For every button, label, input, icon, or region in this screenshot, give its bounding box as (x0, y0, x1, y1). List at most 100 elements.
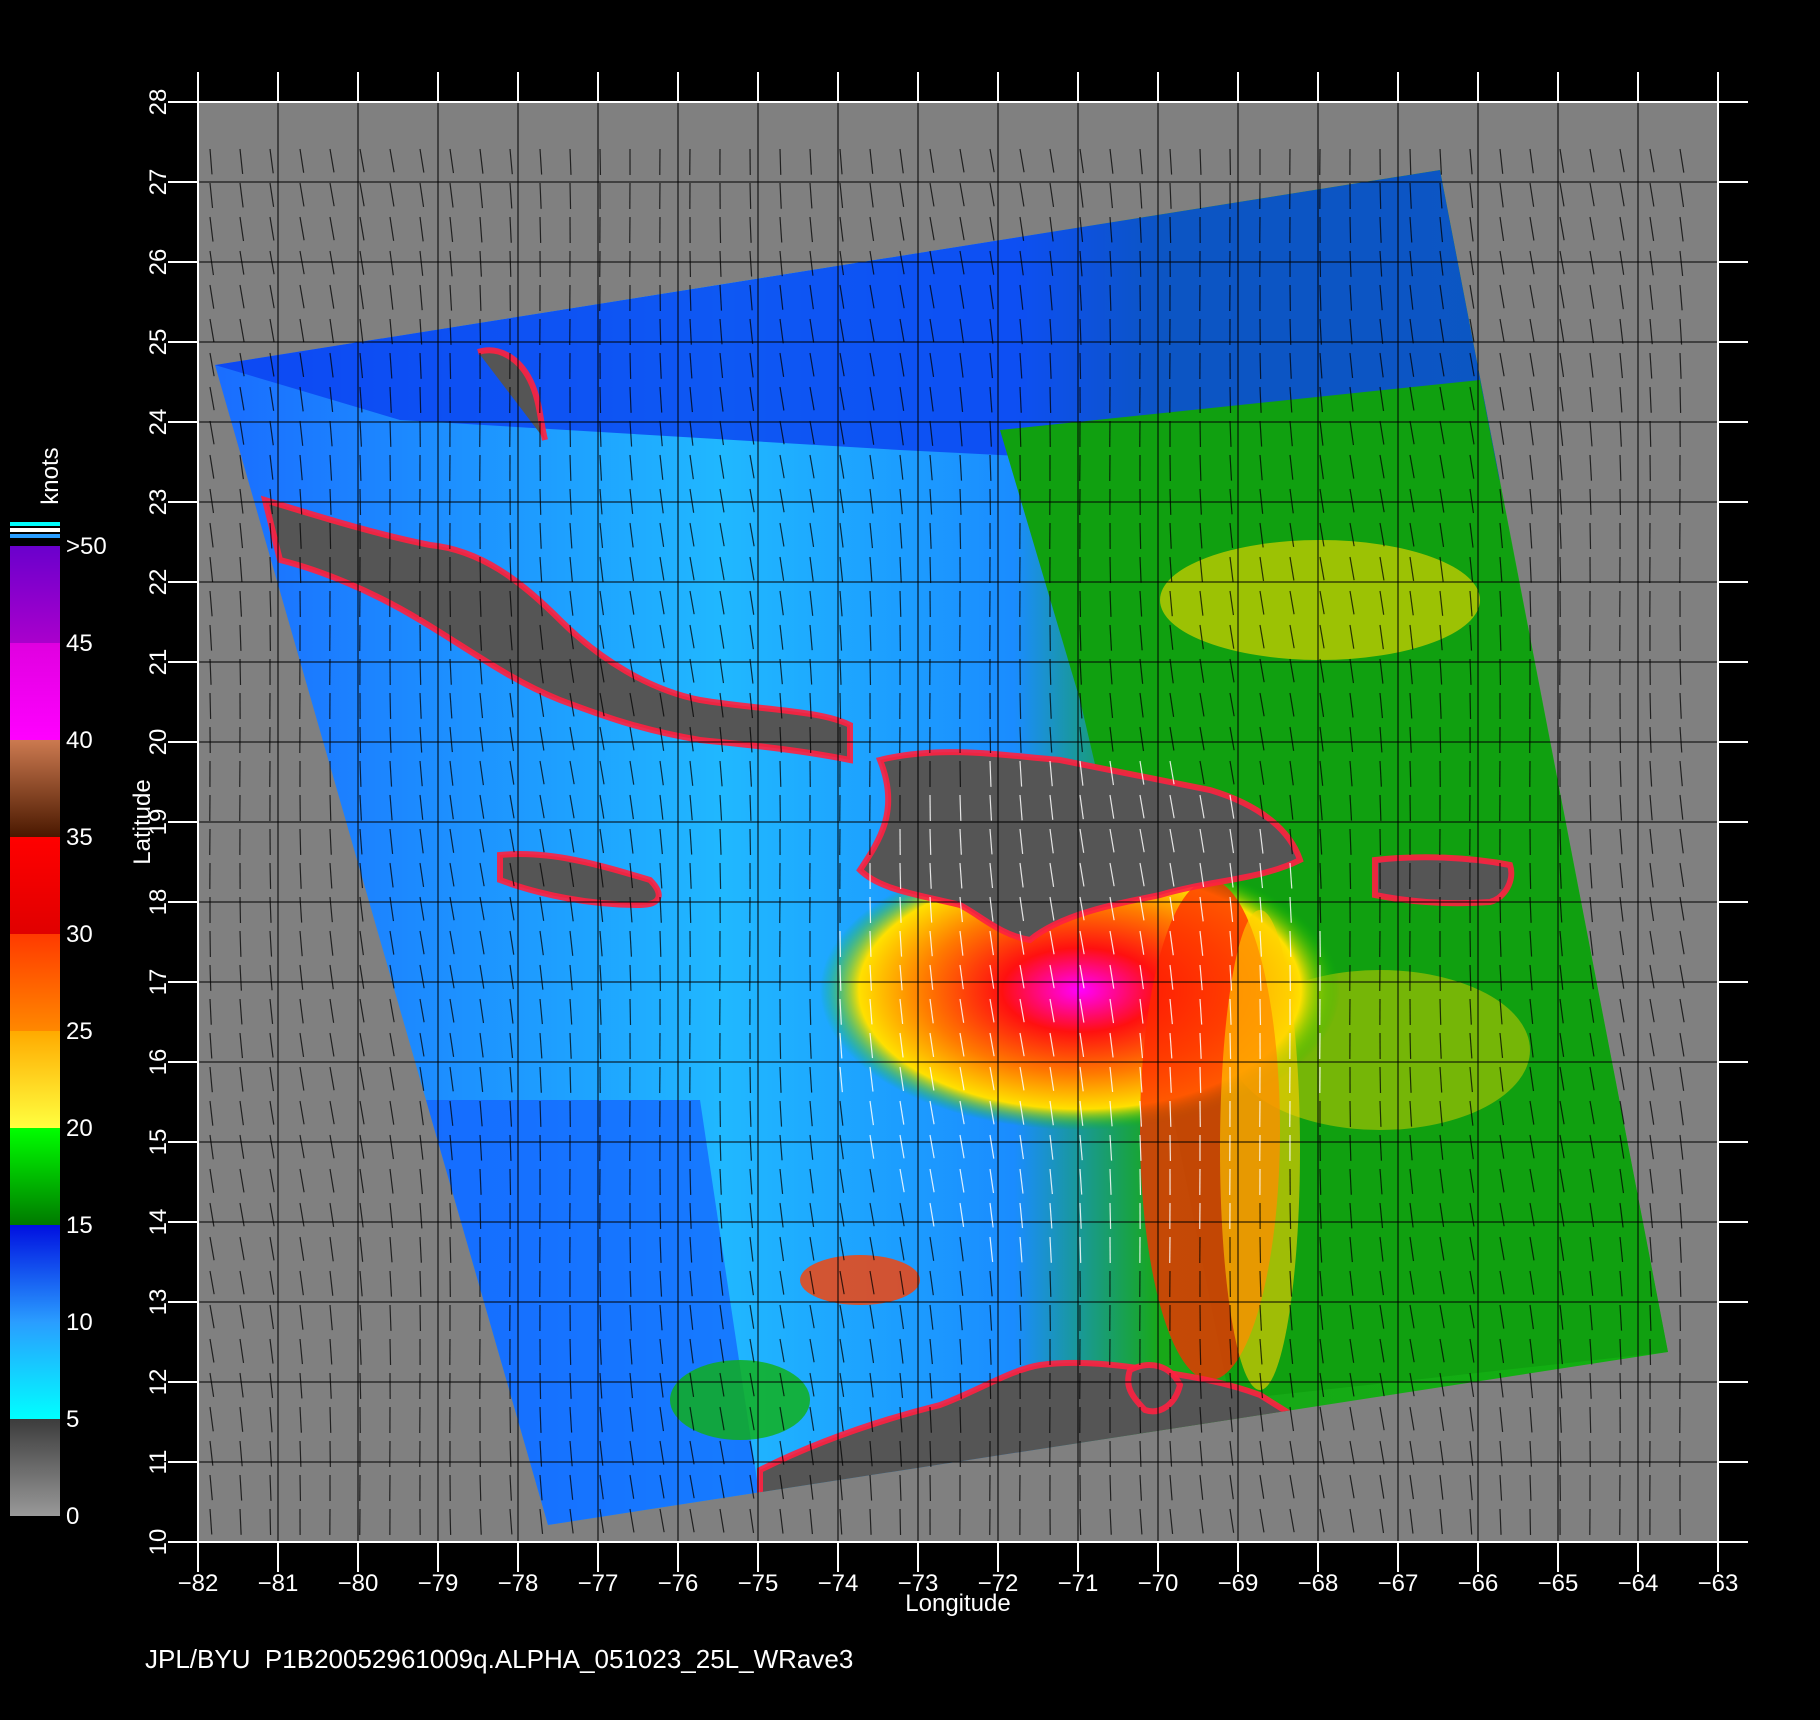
wind-vector (1229, 1304, 1232, 1331)
wind-vector (1649, 692, 1652, 719)
colorbar-label: 15 (66, 1212, 93, 1239)
wind-vector (539, 1372, 542, 1399)
wind-vector (1409, 1032, 1412, 1059)
colorbar-label: 30 (66, 921, 93, 948)
wind-vector (809, 726, 812, 753)
y-tick-label: 10 (145, 1529, 172, 1556)
wind-vector (1169, 216, 1172, 243)
wind-vector (929, 1440, 932, 1467)
wind-vector (929, 556, 932, 583)
wind-vector (659, 318, 662, 345)
colorbar-label: 45 (66, 630, 93, 657)
wind-vector (599, 1032, 602, 1059)
y-tick-label: 28 (145, 89, 172, 116)
wind-vector (1469, 964, 1472, 991)
x-tick-label: −63 (1698, 1570, 1739, 1597)
wind-vector (1169, 1100, 1172, 1127)
x-tick-label: −76 (658, 1570, 699, 1597)
colorbar-label: 0 (66, 1503, 79, 1530)
colorbar-label: 25 (66, 1018, 93, 1045)
wind-vector (1559, 828, 1562, 855)
land-paraguana (1125, 1362, 1184, 1415)
wind-vector (779, 760, 782, 787)
wind-vector (1079, 352, 1082, 379)
wind-vector (1619, 1372, 1622, 1399)
x-tick-label: −81 (258, 1570, 299, 1597)
wind-vector (1289, 1202, 1292, 1229)
x-tick-label: −74 (818, 1570, 859, 1597)
y-axis-title: Latitude (129, 779, 156, 864)
colorbar-marker (10, 528, 60, 532)
wind-vector (1049, 1270, 1052, 1297)
wind-vector (1019, 1338, 1022, 1365)
wind-vector (1379, 1066, 1382, 1093)
wind-vector (449, 624, 452, 651)
wind-vector (599, 1304, 602, 1331)
wind-vector (1439, 726, 1442, 753)
wind-vector (509, 1168, 512, 1195)
wind-vector (1679, 1270, 1682, 1297)
x-tick-label: −80 (338, 1570, 379, 1597)
wind-vector (449, 352, 452, 379)
y-tick-label: 13 (145, 1289, 172, 1316)
wind-vector (569, 1066, 572, 1093)
wind-vector (989, 726, 992, 753)
wind-vector (299, 556, 302, 583)
y-tick-label: 20 (145, 729, 172, 756)
wind-vector (1679, 386, 1682, 413)
wind-vector (569, 454, 572, 481)
wind-vector (1109, 1474, 1112, 1501)
colorbar-band (10, 546, 60, 643)
colorbar-label: 35 (66, 824, 93, 851)
wind-vector (1409, 148, 1412, 175)
colorbar-band (10, 1128, 60, 1225)
wind-vector (1049, 658, 1052, 685)
colorbar-band (10, 1031, 60, 1128)
colorbar-label: >50 (66, 533, 107, 560)
wind-vector (1349, 216, 1352, 243)
colorbar-band (10, 643, 60, 740)
wind-vector (689, 896, 692, 923)
wind-vector (509, 522, 512, 549)
wind-vector (209, 964, 212, 991)
footer-caption: JPL/BYU P1B20052961009q.ALPHA_051023_25L… (145, 1644, 853, 1674)
colorbar: knots 0 5 10 15 20 25 30 35 40 45 >50 (10, 447, 107, 1530)
x-tick-label: −64 (1618, 1570, 1659, 1597)
wind-vector (1289, 318, 1292, 345)
wind-vector (1499, 896, 1502, 923)
land-puerto-rico (1372, 854, 1515, 907)
x-tick-label: −66 (1458, 1570, 1499, 1597)
wind-vector (1199, 1338, 1202, 1365)
y-tick-label: 21 (145, 649, 172, 676)
wind-vector (839, 692, 842, 719)
colorbar-band (10, 837, 60, 934)
y-tick-label: 16 (145, 1049, 172, 1076)
wind-vector (569, 1338, 572, 1365)
wind-vector (389, 420, 392, 447)
wind-vector (899, 1508, 902, 1535)
wind-vector (419, 1270, 422, 1297)
wind-vector (1109, 556, 1112, 583)
wind-vector (1229, 1032, 1232, 1059)
colorbar-label: 5 (66, 1406, 79, 1433)
wind-vector (959, 794, 962, 821)
wind-vector (959, 522, 962, 549)
y-tick-label: 24 (145, 409, 172, 436)
colorbar-band (10, 934, 60, 1031)
x-tick-label: −78 (498, 1570, 539, 1597)
y-tick-label: 27 (145, 169, 172, 196)
x-axis-title: Longitude (905, 1590, 1010, 1617)
wind-vector (479, 1474, 482, 1501)
colorbar-band (10, 1322, 60, 1419)
wind-vector (899, 862, 902, 889)
wind-vector (419, 658, 422, 685)
wind-vector (1349, 1134, 1352, 1161)
wind-vector (1139, 522, 1142, 549)
colorbar-band (10, 1225, 60, 1322)
wind-vector (839, 964, 842, 991)
wind-vector (509, 250, 512, 277)
x-tick-label: −65 (1538, 1570, 1579, 1597)
wind-vector (1079, 1236, 1082, 1263)
colorbar-label: 20 (66, 1115, 93, 1142)
wind-vector (989, 1372, 992, 1399)
